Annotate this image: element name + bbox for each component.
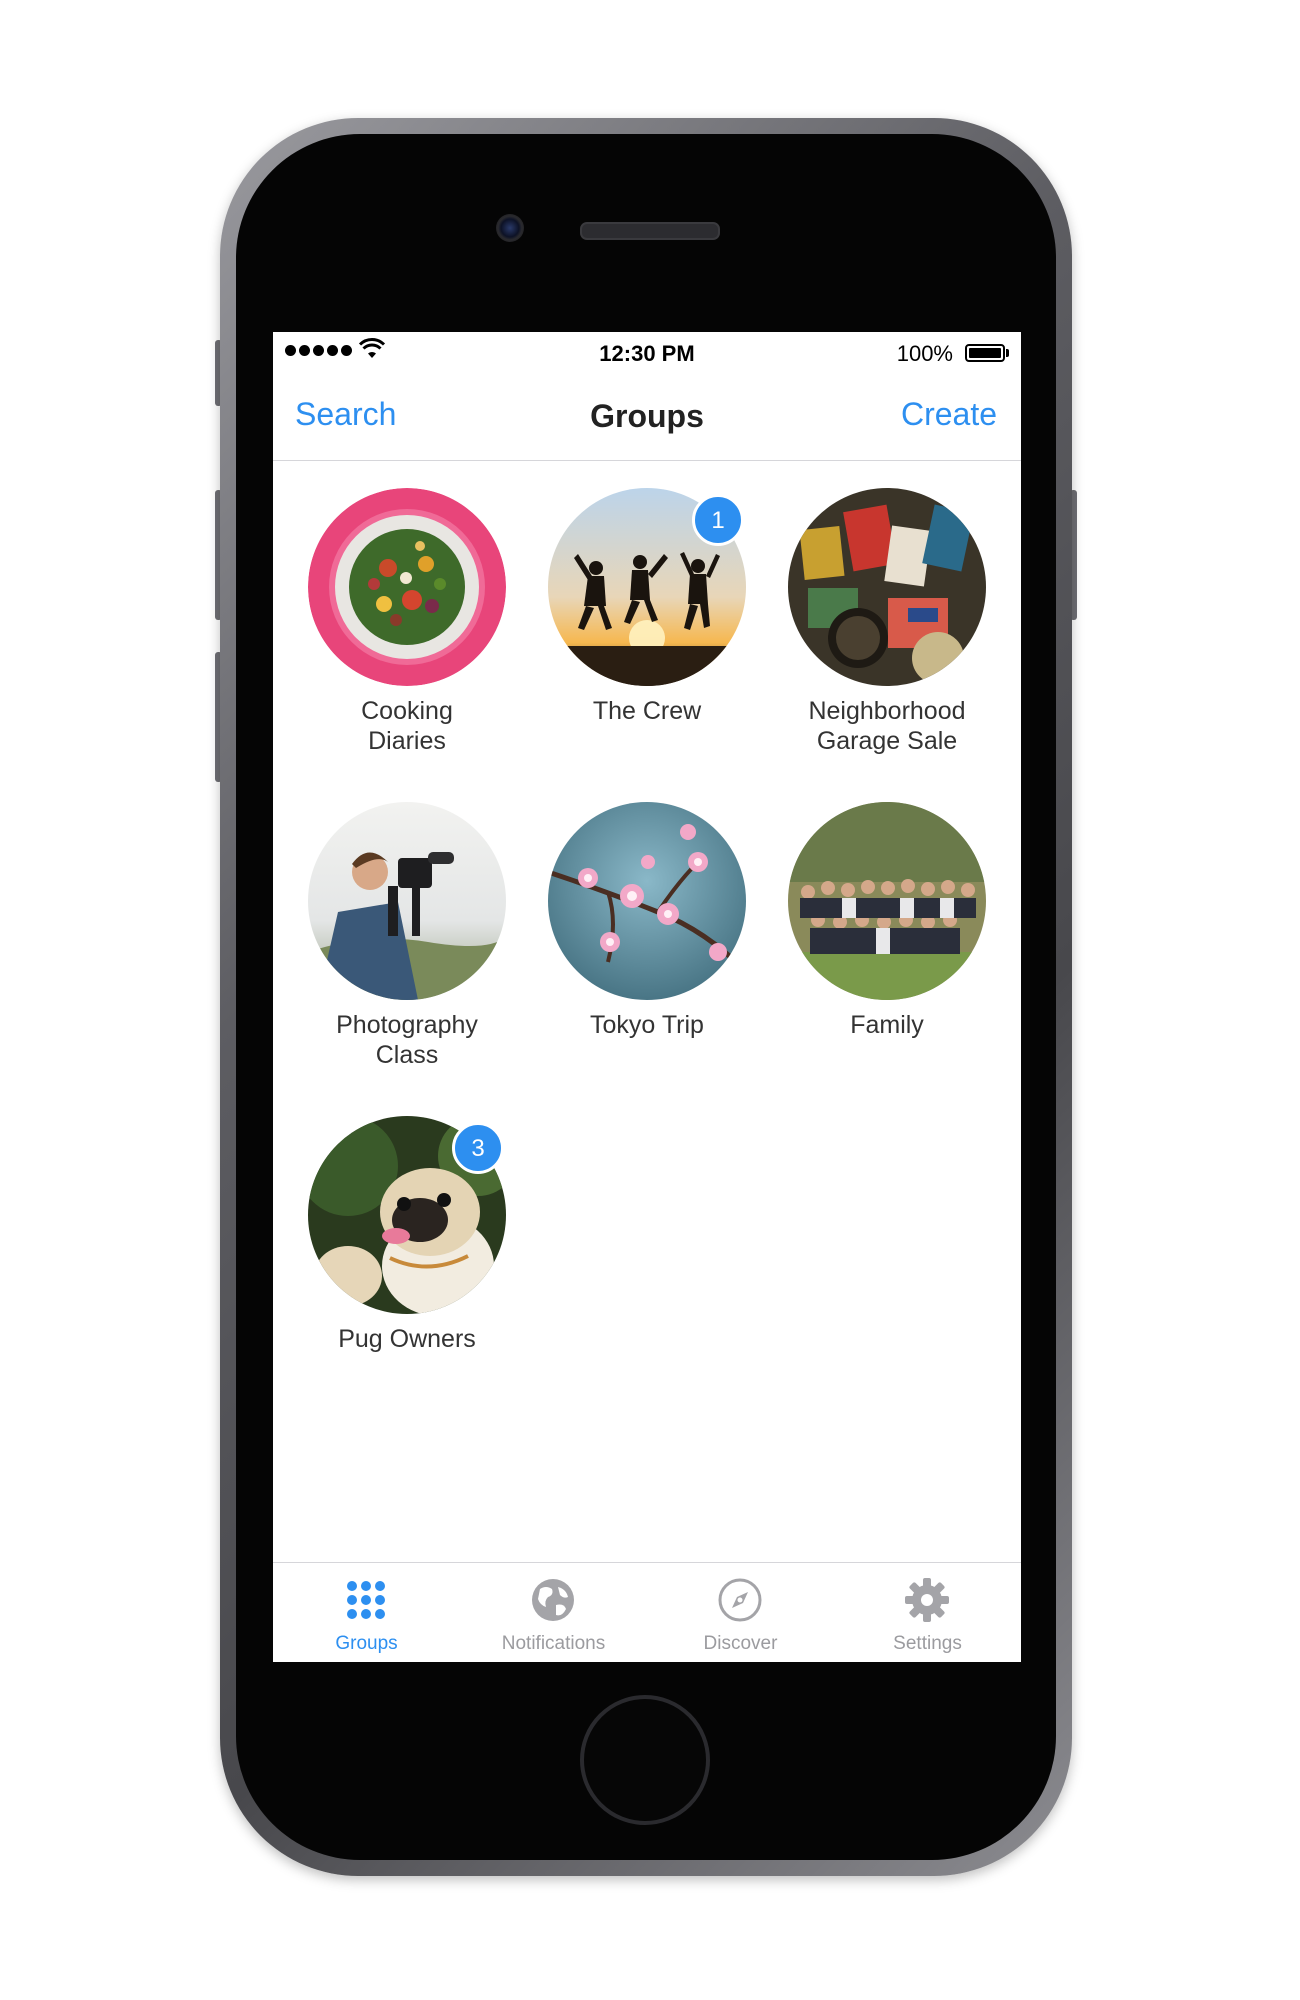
tab-label: Discover [703, 1633, 778, 1654]
battery-percentage: 100% [896, 341, 953, 366]
group-cooking-diaries[interactable]: Cooking Diaries [287, 488, 527, 756]
group-avatar-neighborhood-garage-sale [788, 488, 986, 686]
tab-discover[interactable]: Discover [647, 1563, 834, 1662]
group-name-line1: Neighborhood [808, 697, 966, 725]
notification-badge: 1 [692, 494, 744, 546]
status-bar: 12:30 PM 100% [273, 332, 1021, 374]
globe-icon [532, 1579, 574, 1621]
tab-notifications[interactable]: Notifications [460, 1563, 647, 1662]
group-tokyo-trip[interactable]: Tokyo Trip [527, 802, 767, 1040]
notification-badge: 3 [452, 1122, 504, 1174]
group-name-line1: Tokyo Trip [590, 1011, 704, 1039]
group-pug-owners[interactable]: 3 Pug Owners [287, 1116, 527, 1354]
group-name-line2: Diaries [368, 727, 446, 755]
compass-icon [718, 1578, 762, 1622]
tab-label: Settings [893, 1633, 962, 1654]
tab-groups[interactable]: Groups [273, 1563, 460, 1662]
group-avatar-family [788, 802, 986, 1000]
battery-icon [965, 344, 1009, 362]
group-name-line2: Class [375, 1041, 439, 1069]
group-avatar-photography-class [308, 802, 506, 1000]
navigation-bar: Search Groups Create [273, 374, 1021, 461]
group-name-line1: The Crew [592, 697, 702, 725]
group-family[interactable]: Family [767, 802, 1007, 1040]
tab-label: Notifications [501, 1633, 606, 1654]
front-camera [496, 214, 524, 242]
tab-settings[interactable]: Settings [834, 1563, 1021, 1662]
group-neighborhood-garage-sale[interactable]: Neighborhood Garage Sale [767, 488, 1007, 756]
home-button[interactable] [580, 1695, 710, 1825]
group-the-crew[interactable]: 1 The Crew [527, 488, 767, 726]
gear-icon [905, 1578, 949, 1622]
tab-bar: Groups Notifications Discover Settings [273, 1562, 1021, 1662]
earpiece-speaker [580, 222, 720, 240]
tab-label: Groups [335, 1633, 398, 1654]
group-name-line1: Pug Owners [338, 1325, 476, 1353]
group-name-line1: Cooking [361, 697, 453, 725]
group-name-line1: Photography [336, 1011, 478, 1039]
group-name-line1: Family [850, 1011, 924, 1039]
group-photography-class[interactable]: Photography Class [287, 802, 527, 1070]
create-button[interactable]: Create [901, 396, 997, 433]
grid-dots-icon [347, 1581, 385, 1619]
group-avatar-cooking-diaries [308, 488, 506, 686]
app-screen: 12:30 PM 100% Search Groups Create Cooki… [273, 332, 1021, 1662]
group-name-line2: Garage Sale [816, 727, 958, 755]
group-avatar-tokyo-trip [548, 802, 746, 1000]
